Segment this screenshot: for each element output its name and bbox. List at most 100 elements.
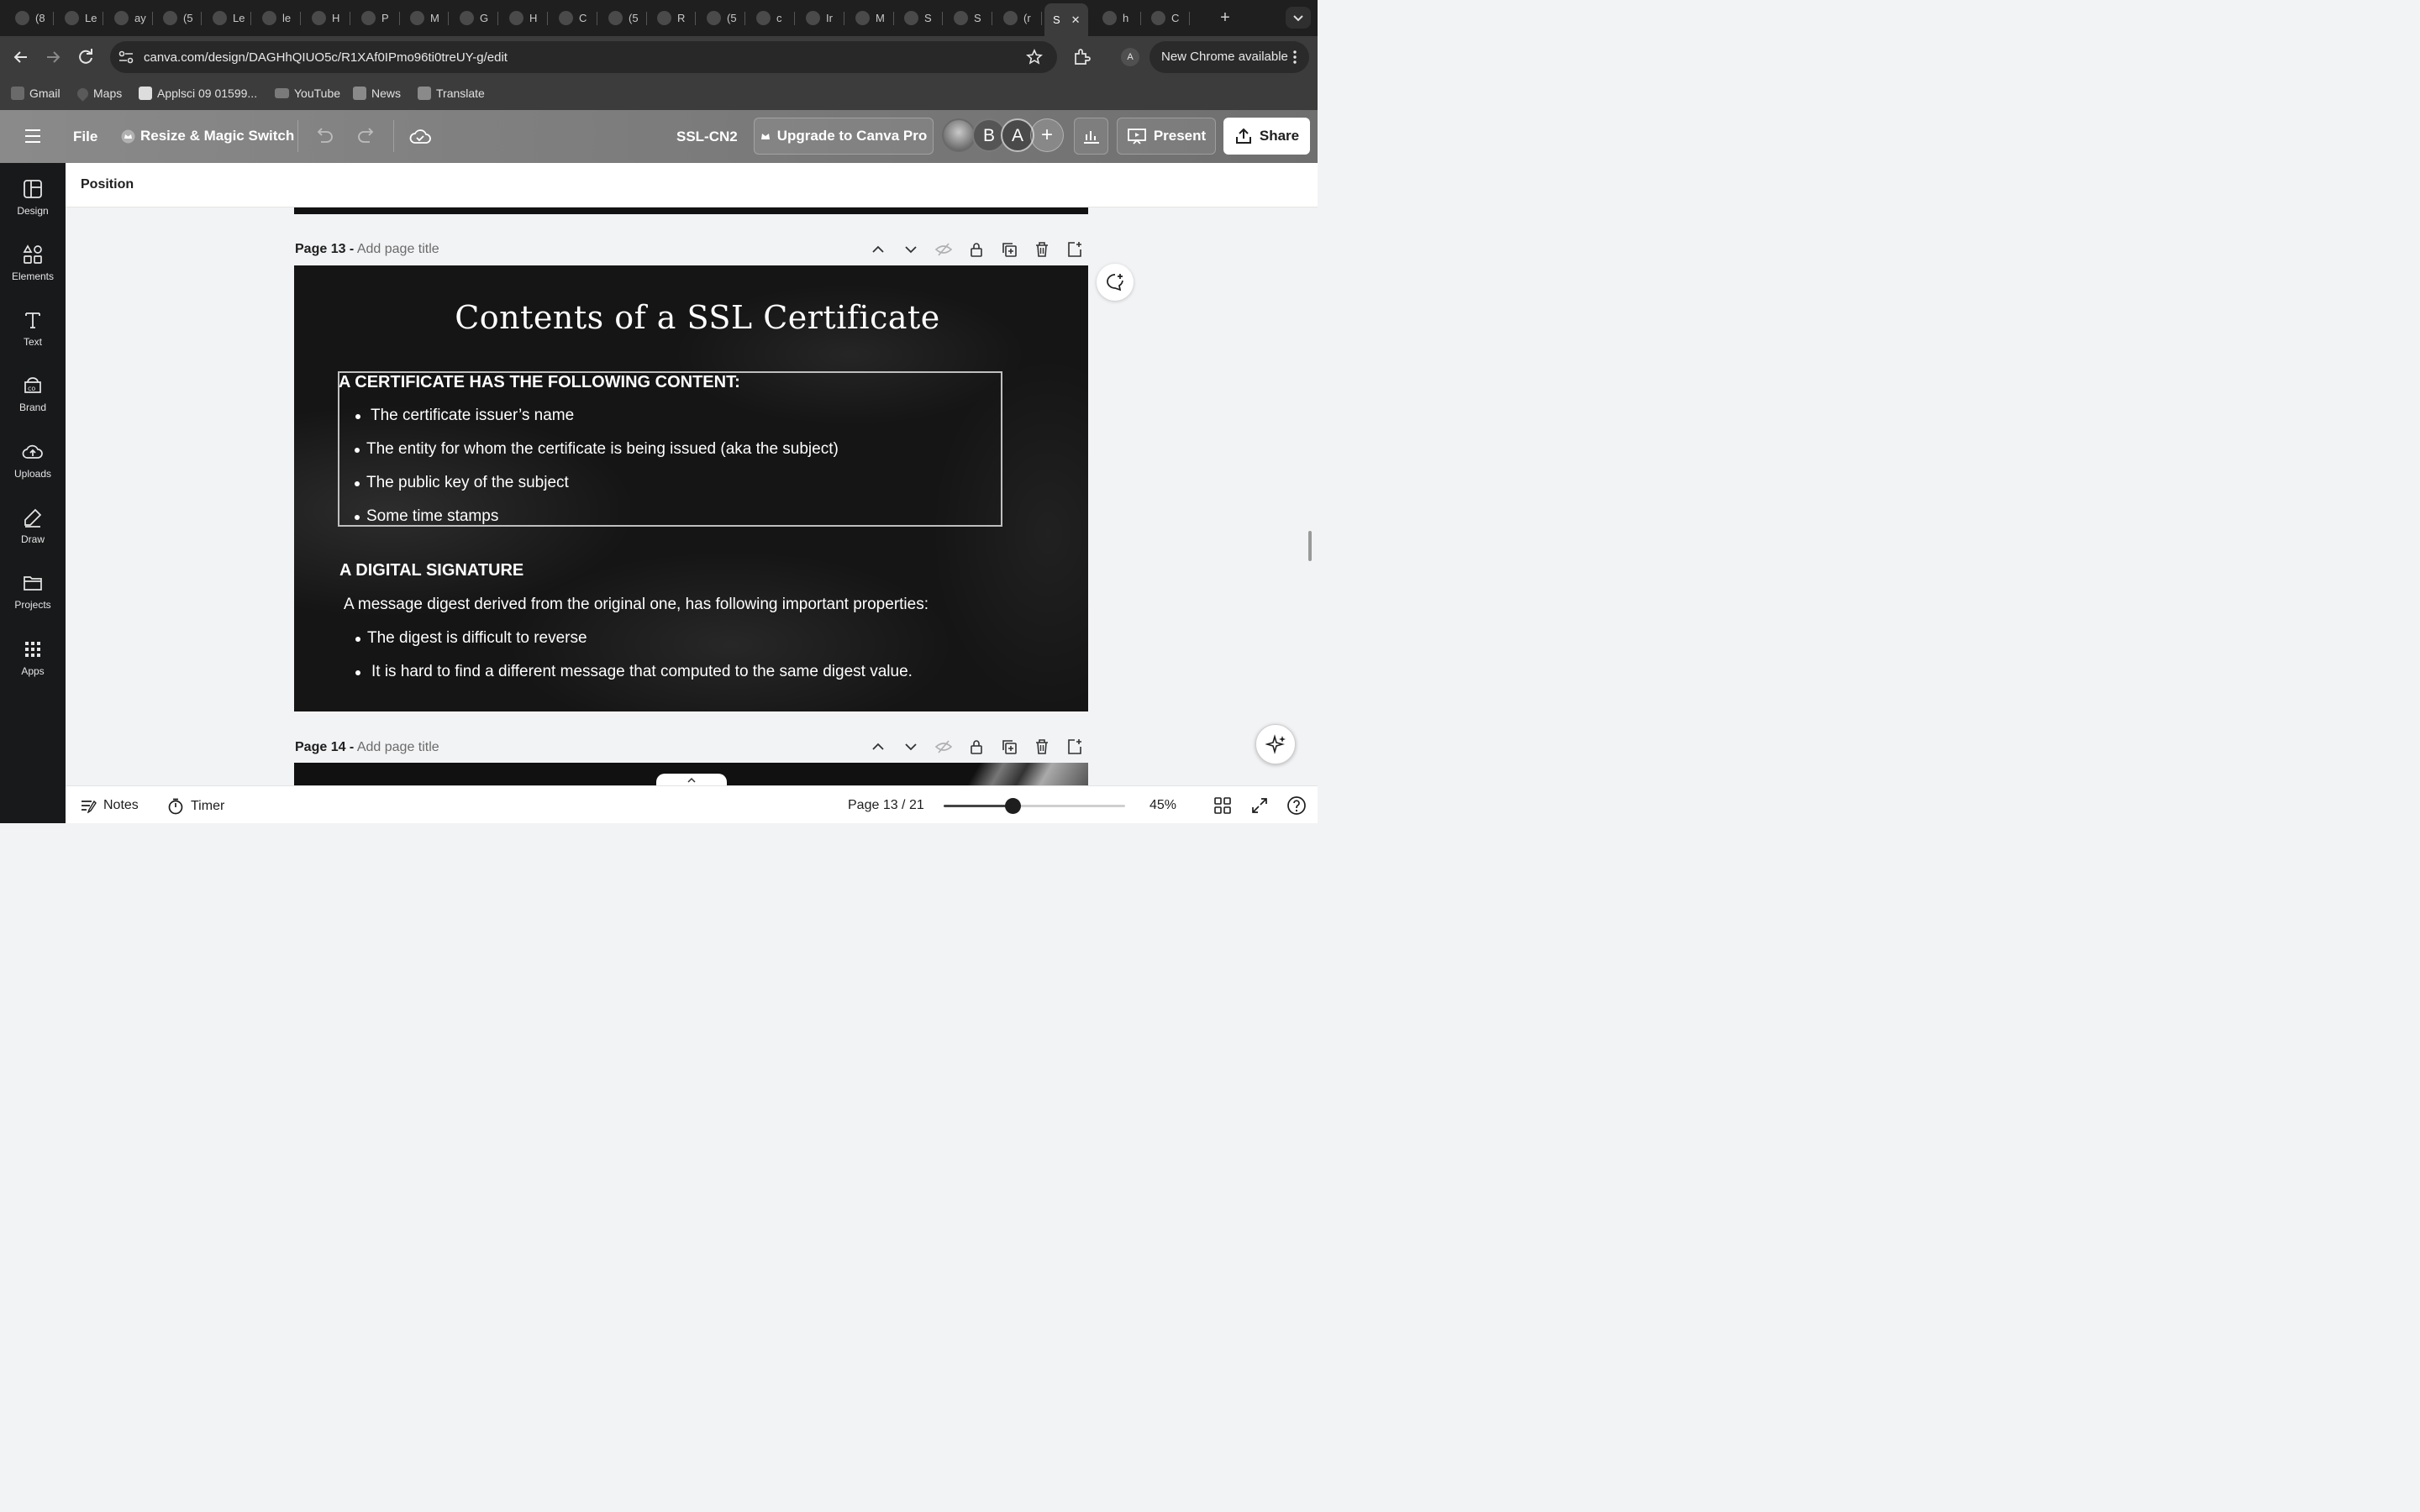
slide-paragraph[interactable]: A message digest derived from the origin… [344,596,929,614]
notes-button[interactable]: Notes [80,798,139,813]
bookmark-youtube[interactable]: YouTube [275,87,340,100]
browser-tab[interactable]: (8 [7,5,54,31]
browser-tab[interactable]: (r [995,5,1042,31]
url-text[interactable]: canva.com/design/DAGHhQIUO5c/R1XAf0IPmo9… [144,50,508,65]
new-tab-button[interactable]: + [1216,8,1234,28]
move-up-icon[interactable] [869,738,887,756]
browser-tab[interactable]: (5 [600,5,647,31]
browser-tab[interactable]: G [451,5,498,31]
share-button[interactable]: Share [1223,118,1310,155]
browser-profile-avatar[interactable]: A [1121,48,1139,66]
rail-apps[interactable]: Apps [0,638,66,697]
browser-tab[interactable]: M [402,5,449,31]
slide-heading-certificate[interactable]: A CERTIFICATE HAS THE FOLLOWING CONTENT: [339,373,740,392]
cloud-saved-icon[interactable] [408,126,432,146]
add-comment-button[interactable] [1097,264,1134,301]
bookmark-translate[interactable]: Translate [418,87,485,100]
forward-button[interactable] [42,46,64,68]
grid-view-icon[interactable] [1213,796,1232,815]
fullscreen-icon[interactable] [1250,796,1269,815]
delete-page-icon[interactable] [1033,240,1051,259]
slide-bullet[interactable]: The digest is difficult to reverse [367,629,587,648]
browser-tab[interactable]: Le [204,5,251,31]
collaborator-photo-avatar[interactable] [942,118,976,152]
tab-search-button[interactable] [1286,7,1311,29]
help-icon[interactable] [1286,795,1307,816]
browser-tab[interactable]: (5 [698,5,745,31]
lock-icon[interactable] [967,240,986,259]
browser-tab[interactable]: C [1143,5,1190,31]
rail-uploads[interactable]: Uploads [0,441,66,500]
page-title-input[interactable]: Add page title [357,242,439,256]
slide-page-13[interactable]: Contents of a SSL Certificate A CERTIFIC… [294,265,1088,711]
browser-tab[interactable]: C [550,5,597,31]
collaborator-avatar[interactable]: A [1001,118,1034,152]
slide-bullet[interactable]: Some time stamps [366,507,498,526]
bookmark-applsci[interactable]: Applsci 09 01599... [139,87,257,100]
menu-icon[interactable] [24,128,42,144]
expand-page-panel-button[interactable] [656,774,727,785]
design-title[interactable]: SSL-CN2 [676,129,738,145]
bookmark-star-icon[interactable] [1026,49,1043,66]
browser-tab[interactable]: S ✕ [1044,3,1088,36]
bookmark-gmail[interactable]: Gmail [11,87,60,100]
address-bar[interactable]: canva.com/design/DAGHhQIUO5c/R1XAf0IPmo9… [110,41,1057,73]
file-menu[interactable]: File [73,129,97,145]
browser-tab[interactable]: Ir [797,5,844,31]
move-up-icon[interactable] [869,240,887,259]
bookmark-news[interactable]: News [353,87,401,100]
delete-page-icon[interactable] [1033,738,1051,756]
browser-tab[interactable]: S [945,5,992,31]
chrome-update-button[interactable]: New Chrome available [1150,41,1309,73]
close-tab-icon[interactable]: ✕ [1071,13,1081,27]
page-12-bottom-edge[interactable] [294,207,1088,214]
browser-tab[interactable]: h [1094,5,1141,31]
add-page-icon[interactable] [1065,738,1084,756]
browser-tab[interactable]: R [649,5,696,31]
site-info-icon[interactable] [118,50,134,64]
browser-tab[interactable]: le [254,5,301,31]
timer-button[interactable]: Timer [167,798,224,815]
browser-tab[interactable]: ay [106,5,153,31]
bookmark-maps[interactable]: Maps [75,85,122,102]
add-page-icon[interactable] [1065,240,1084,259]
slide-bullet[interactable]: The entity for whom the certificate is b… [366,440,839,459]
duplicate-page-icon[interactable] [1000,738,1018,756]
back-button[interactable] [10,46,32,68]
hide-page-icon[interactable] [934,738,953,756]
rail-design[interactable]: Design [0,178,66,237]
browser-tab[interactable]: H [303,5,350,31]
canva-assistant-button[interactable] [1255,724,1296,764]
slide-title[interactable]: Contents of a SSL Certificate [294,299,1088,336]
rail-projects[interactable]: Projects [0,572,66,631]
move-down-icon[interactable] [902,240,920,259]
undo-icon[interactable] [314,127,334,145]
zoom-slider-handle[interactable] [1005,798,1021,814]
extensions-icon[interactable] [1072,48,1091,66]
browser-tab[interactable]: P [353,5,400,31]
position-button[interactable]: Position [81,177,134,192]
move-down-icon[interactable] [902,738,920,756]
browser-tab[interactable]: Le [56,5,103,31]
slide-bullet[interactable]: The certificate issuer’s name [371,407,574,425]
browser-tab[interactable]: H [501,5,548,31]
rail-text[interactable]: Text [0,309,66,368]
resize-magic-switch-button[interactable]: Resize & Magic Switch [121,128,294,144]
add-collaborator-button[interactable]: + [1030,118,1064,152]
slide-bullet[interactable]: The public key of the subject [366,474,569,492]
insights-button[interactable] [1074,118,1108,155]
duplicate-page-icon[interactable] [1000,240,1018,259]
lock-icon[interactable] [967,738,986,756]
rail-brand[interactable]: co Brand [0,375,66,433]
slide-heading-digital-signature[interactable]: A DIGITAL SIGNATURE [339,561,523,580]
browser-tab[interactable]: S [896,5,943,31]
rail-elements[interactable]: Elements [0,244,66,302]
reload-button[interactable] [75,46,97,68]
page-indicator[interactable]: Page 13 / 21 [848,798,924,813]
redo-icon[interactable] [356,127,376,145]
slide-bullet[interactable]: It is hard to find a different message t… [371,663,913,681]
page-title-input[interactable]: Add page title [357,740,439,754]
hide-page-icon[interactable] [934,240,953,259]
upgrade-button[interactable]: Upgrade to Canva Pro [754,118,934,155]
browser-tab[interactable]: c [748,5,795,31]
